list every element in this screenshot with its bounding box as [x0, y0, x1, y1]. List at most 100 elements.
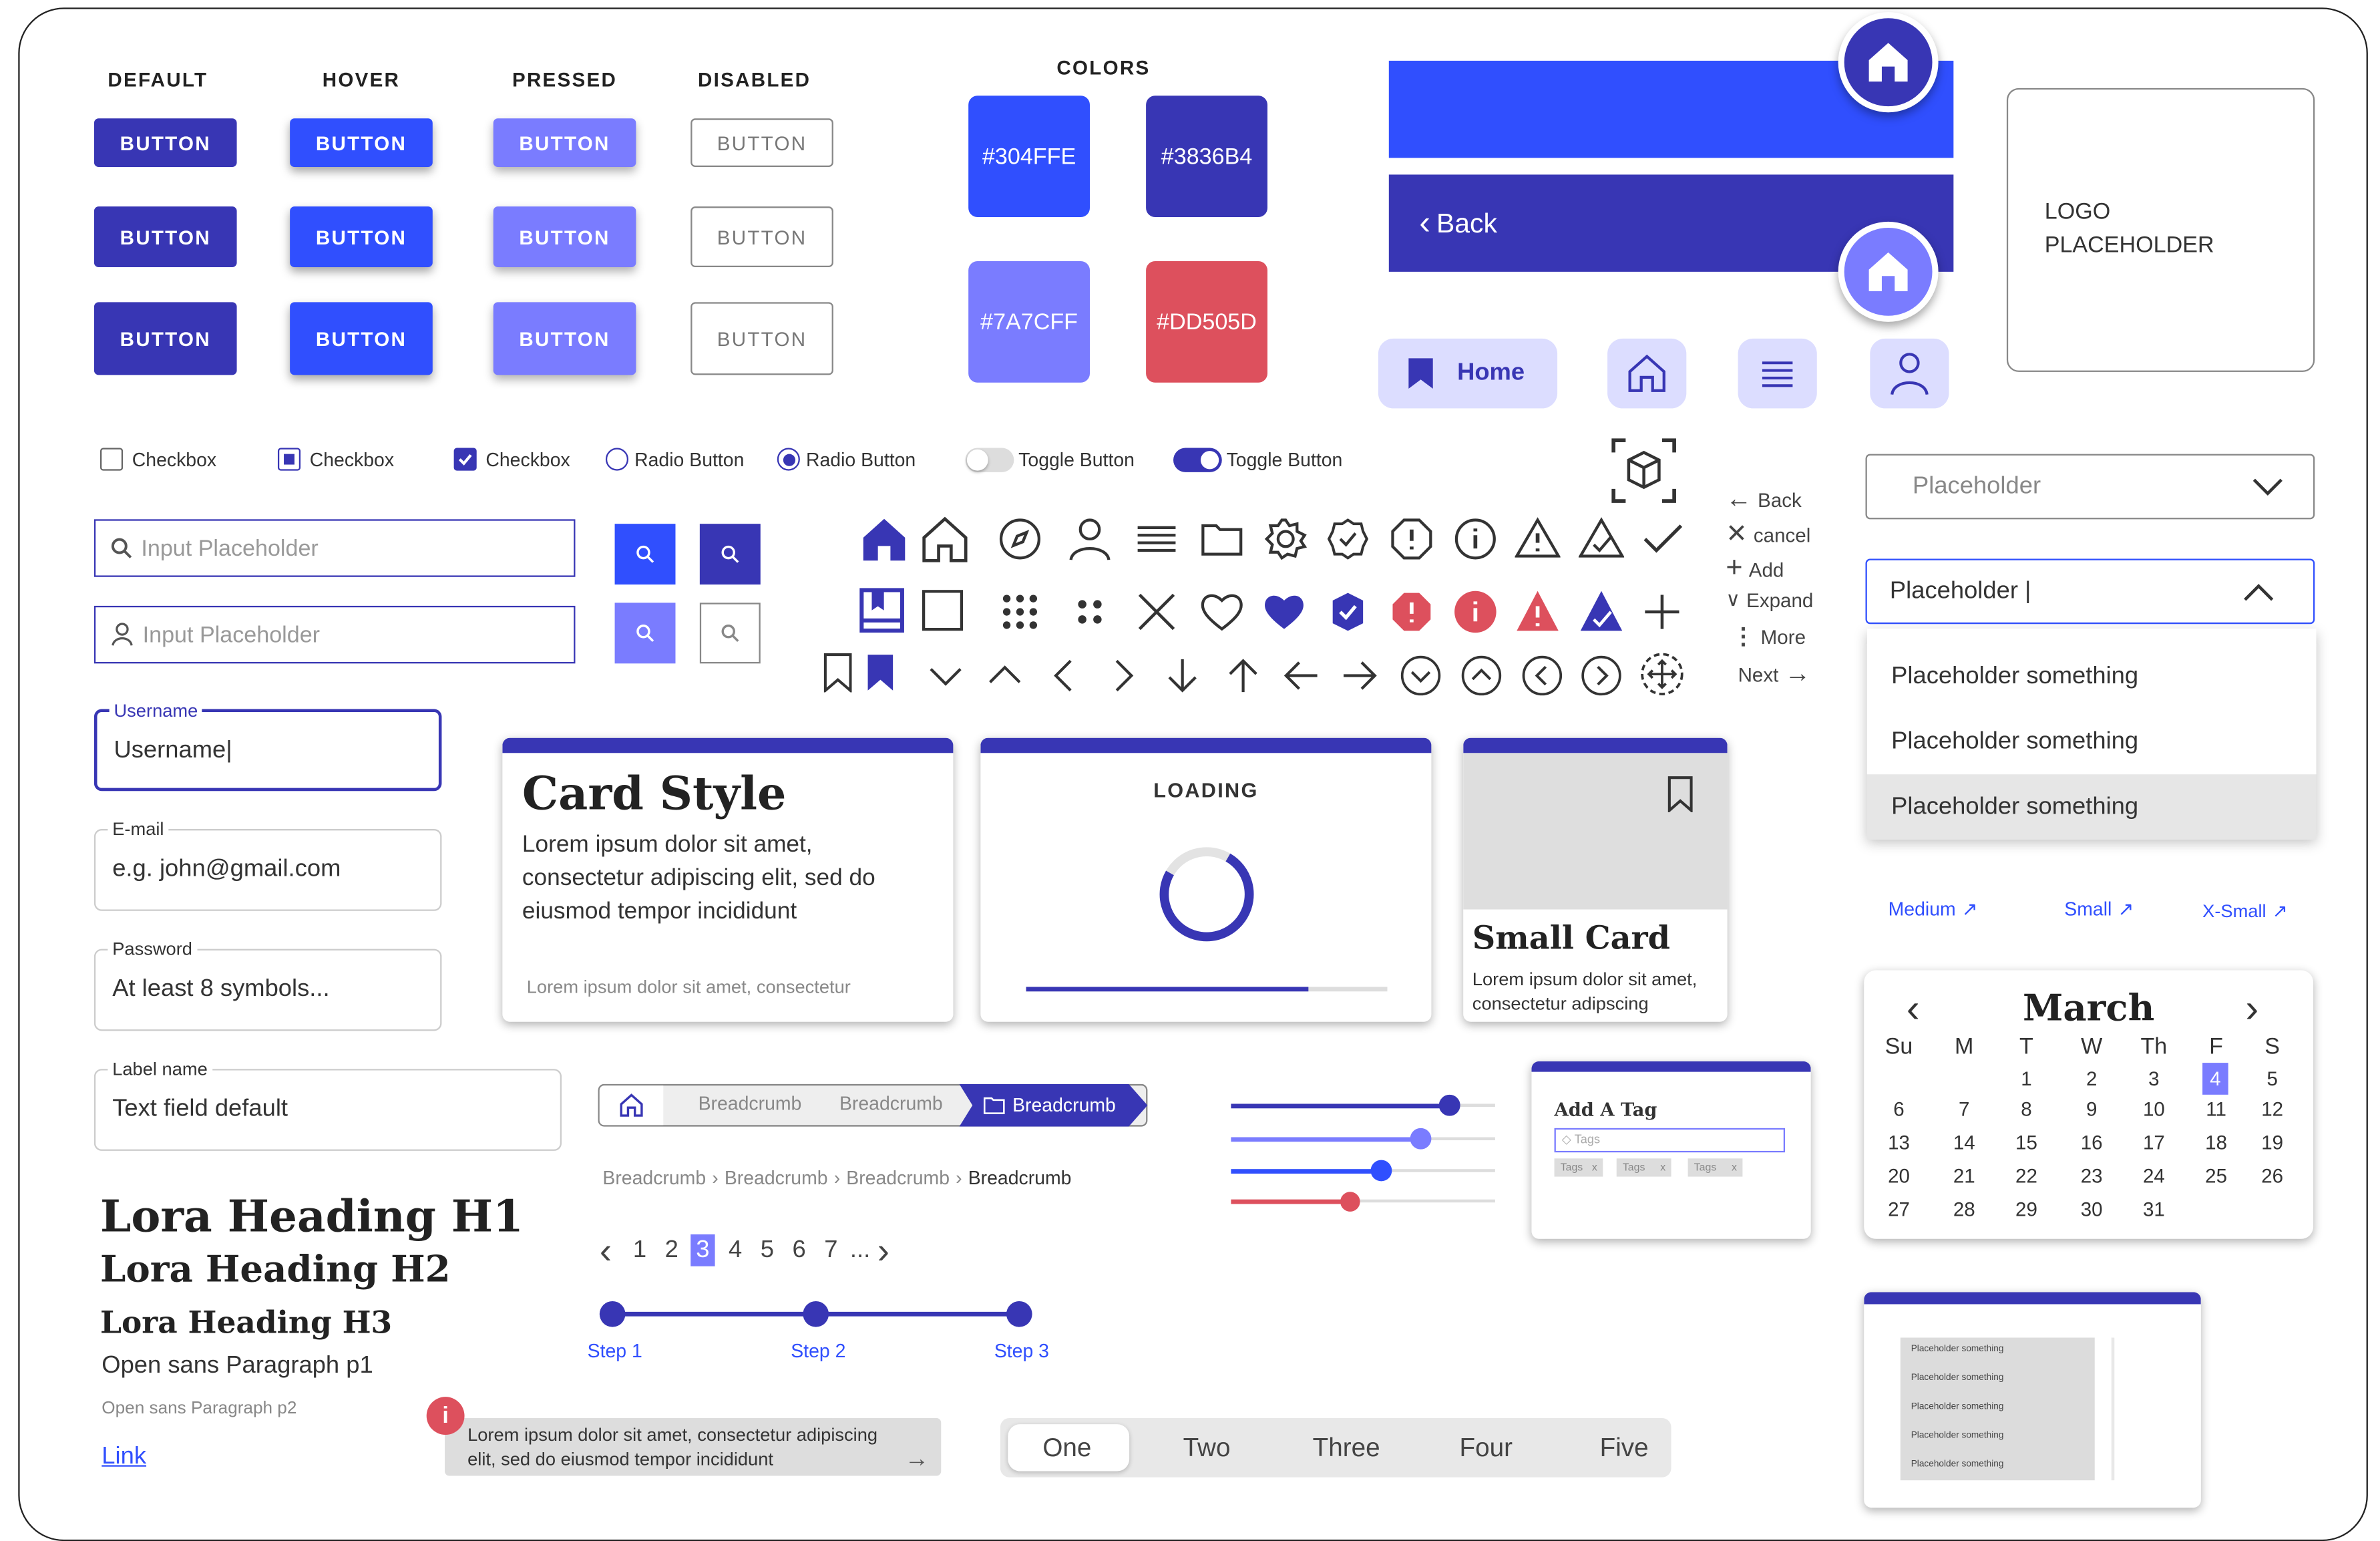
button-hover-large[interactable]: BUTTON — [290, 302, 433, 375]
chevron-right-icon[interactable] — [1103, 656, 1143, 695]
calendar-day[interactable]: 26 — [2252, 1164, 2292, 1187]
nav-home-chip[interactable]: Home — [1378, 338, 1558, 409]
triangle-check-filled-icon[interactable] — [1579, 589, 1624, 635]
slider-handle[interactable] — [1340, 1191, 1360, 1211]
chevron-down-icon[interactable] — [926, 656, 966, 695]
list-item[interactable]: Placeholder something — [1911, 1461, 2004, 1470]
calendar-day[interactable]: 5 — [2252, 1067, 2292, 1090]
list-item[interactable]: Placeholder something — [1911, 1345, 2004, 1355]
user-search-input[interactable]: Input Placeholder — [93, 605, 576, 664]
calendar-day[interactable]: 23 — [2072, 1164, 2112, 1187]
page-link[interactable]: 6 — [793, 1237, 806, 1264]
button-pressed-small[interactable]: BUTTON — [493, 118, 636, 168]
page-link[interactable]: 5 — [761, 1237, 774, 1264]
close-icon[interactable]: x — [1732, 1162, 1737, 1173]
calendar-day[interactable]: 2 — [2072, 1067, 2112, 1090]
breadcrumb-text-item[interactable]: Breadcrumb — [846, 1168, 950, 1189]
toggle-off[interactable]: Toggle Button — [965, 448, 1135, 472]
book-bookmark-icon[interactable] — [857, 586, 906, 635]
info-filled-icon[interactable] — [1452, 589, 1498, 635]
segment-three[interactable]: Three — [1285, 1433, 1407, 1464]
calendar-day[interactable]: 9 — [2072, 1097, 2112, 1120]
button-pressed-large[interactable]: BUTTON — [493, 302, 636, 375]
calendar-day[interactable]: 16 — [2072, 1131, 2112, 1154]
calendar-day[interactable]: 7 — [1945, 1097, 1984, 1120]
tag-chip[interactable]: Tags x — [1554, 1158, 1603, 1177]
nav-profile-button[interactable] — [1870, 338, 1949, 409]
alert-octagon-icon[interactable] — [1389, 516, 1434, 562]
chevron-down-circle-icon[interactable] — [1400, 655, 1442, 697]
folder-icon[interactable] — [1199, 516, 1245, 562]
arrow-right-icon[interactable] — [1340, 656, 1380, 695]
add-action[interactable]: + Add — [1726, 552, 1784, 586]
user-icon[interactable] — [1067, 516, 1113, 562]
list-item[interactable]: Placeholder something — [1911, 1403, 2004, 1412]
heart-outline-icon[interactable] — [1199, 589, 1245, 635]
tag-chip[interactable]: Tags x — [1688, 1158, 1744, 1177]
breadcrumb-step[interactable]: Breadcrumb — [699, 1093, 802, 1115]
calendar-day[interactable]: 6 — [1879, 1097, 1919, 1120]
calendar-day-selected[interactable]: 4 — [2202, 1063, 2228, 1095]
check-icon[interactable] — [1639, 516, 1685, 562]
3d-box-icon[interactable] — [1611, 438, 1677, 504]
chevron-right-icon[interactable]: › — [2246, 985, 2259, 1032]
bookmark-filled-icon[interactable] — [862, 653, 899, 692]
email-field[interactable]: E-mail e.g. john@gmail.com — [93, 818, 442, 911]
toggle-track[interactable] — [1173, 448, 1222, 472]
calendar-day[interactable]: 11 — [2196, 1097, 2236, 1120]
bookmark-outline-icon[interactable] — [1667, 776, 1694, 813]
toggle-track[interactable] — [965, 448, 1014, 472]
button-hover-medium[interactable]: BUTTON — [290, 206, 433, 268]
back-action[interactable]: ← Back — [1726, 484, 1801, 514]
dropdown-open[interactable]: Placeholder | — [1865, 558, 2315, 625]
appbar-back-label[interactable]: Back — [1436, 207, 1497, 239]
close-icon[interactable] — [1134, 589, 1179, 635]
button-default-medium[interactable]: BUTTON — [93, 206, 237, 268]
chevron-right-icon[interactable]: › — [877, 1231, 889, 1274]
calendar-day[interactable]: 14 — [1945, 1131, 1984, 1154]
toggle-on[interactable]: Toggle Button — [1173, 448, 1342, 472]
button-default-small[interactable]: BUTTON — [93, 118, 237, 168]
segment-two[interactable]: Two — [1146, 1433, 1267, 1464]
external-link-medium[interactable]: Medium ↗ — [1889, 897, 1978, 920]
text-link[interactable]: Link — [102, 1444, 146, 1472]
checkbox-box[interactable] — [100, 448, 124, 471]
fab-home-light[interactable] — [1838, 221, 1939, 322]
calendar-day[interactable]: 21 — [1945, 1164, 1984, 1187]
search-button-light[interactable] — [614, 603, 676, 664]
calendar-day[interactable]: 3 — [2134, 1067, 2174, 1090]
arrow-right-icon[interactable]: → — [905, 1447, 929, 1472]
move-icon[interactable] — [1639, 651, 1685, 697]
plus-icon[interactable] — [1639, 589, 1685, 635]
list-item[interactable]: Placeholder something — [1911, 1431, 2004, 1441]
info-icon[interactable] — [1452, 516, 1498, 562]
warning-filled-icon[interactable] — [1515, 589, 1560, 635]
stepper-dot[interactable] — [803, 1301, 829, 1327]
close-icon[interactable]: x — [1592, 1162, 1597, 1173]
calendar-day[interactable]: 17 — [2134, 1131, 2174, 1154]
checkbox-box[interactable] — [277, 448, 301, 471]
menu-icon[interactable] — [1134, 516, 1179, 562]
password-field[interactable]: Password At least 8 symbols... — [93, 938, 442, 1031]
calendar-day[interactable]: 30 — [2072, 1198, 2112, 1220]
radio-unselected[interactable]: Radio Button — [605, 448, 744, 471]
calendar-day[interactable]: 22 — [2007, 1164, 2046, 1187]
four-dots-icon[interactable] — [1067, 589, 1113, 635]
stepper-dot[interactable] — [599, 1301, 626, 1327]
heart-filled-icon[interactable] — [1261, 589, 1307, 635]
external-link-xsmall[interactable]: X-Small ↗ — [2202, 900, 2287, 922]
calendar-day[interactable]: 31 — [2134, 1198, 2174, 1220]
expand-action[interactable]: ∨ Expand — [1726, 588, 1813, 612]
arrow-down-icon[interactable] — [1163, 656, 1202, 695]
small-card[interactable]: Small Card Lorem ipsum dolor sit amet, c… — [1463, 737, 1728, 1022]
segment-four[interactable]: Four — [1425, 1433, 1547, 1464]
page-link[interactable]: 4 — [729, 1237, 742, 1264]
search-button-dark[interactable] — [699, 524, 761, 585]
chevron-left-icon[interactable]: ‹ — [1419, 204, 1430, 243]
tag-input[interactable]: ◇ Tags — [1554, 1128, 1786, 1153]
scrollbar[interactable] — [2111, 1337, 2115, 1481]
dropdown-option-hovered[interactable]: Placeholder something — [1866, 774, 2317, 840]
chevron-up-icon[interactable] — [985, 656, 1024, 695]
verified-badge-icon[interactable] — [1325, 516, 1370, 562]
breadcrumb-home[interactable] — [599, 1085, 664, 1126]
